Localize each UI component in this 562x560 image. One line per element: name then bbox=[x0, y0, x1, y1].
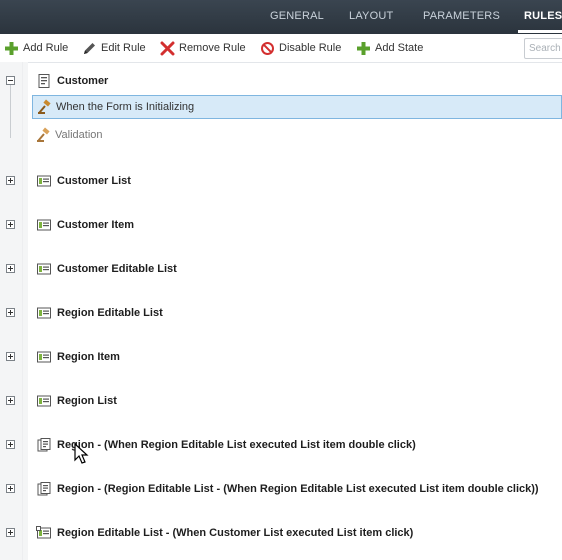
subform-icon bbox=[37, 438, 51, 452]
expand-toggle[interactable] bbox=[6, 396, 15, 405]
add-rule-button[interactable]: Add Rule bbox=[4, 39, 68, 57]
tree-node-label: Region Editable List - (When Customer Li… bbox=[57, 527, 414, 539]
disable-icon bbox=[261, 41, 274, 55]
tab-bar: GENERAL LAYOUT PARAMETERS RULES bbox=[0, 0, 562, 34]
view-icon bbox=[37, 263, 51, 275]
event-form-initializing[interactable]: When the Form is Initializing bbox=[32, 95, 562, 119]
rules-tree: Customer When the Form is Initializing V… bbox=[0, 62, 562, 560]
tree-node-region-nested-subform[interactable]: Region - (Region Editable List - (When R… bbox=[32, 478, 539, 500]
tree-node-label: Region Editable List bbox=[57, 307, 163, 319]
tree-node-label: Customer List bbox=[57, 175, 131, 187]
add-state-button[interactable]: Add State bbox=[356, 39, 423, 57]
event-label: When the Form is Initializing bbox=[56, 101, 195, 113]
subview-icon bbox=[36, 526, 51, 539]
tree-node-region-editable-subview[interactable]: Region Editable List - (When Customer Li… bbox=[32, 522, 413, 544]
rules-toolbar: Add Rule Edit Rule Remove Rule Disable R… bbox=[0, 34, 562, 63]
tree-node-label: Customer Item bbox=[57, 219, 135, 231]
gavel-icon bbox=[37, 127, 50, 142]
disable-rule-button[interactable]: Disable Rule bbox=[260, 39, 341, 57]
tree-connector-line bbox=[10, 76, 11, 138]
tree-node-label: Customer bbox=[57, 75, 109, 87]
pencil-icon bbox=[84, 42, 95, 54]
add-state-label: Add State bbox=[375, 42, 424, 54]
tab-parameters[interactable]: PARAMETERS bbox=[423, 10, 500, 22]
tree-node-customer-editable-list[interactable]: Customer Editable List bbox=[32, 258, 177, 280]
tree-node-region-list[interactable]: Region List bbox=[32, 390, 117, 412]
x-icon bbox=[160, 41, 175, 55]
view-icon bbox=[37, 351, 51, 363]
tree-node-label: Region - (When Region Editable List exec… bbox=[57, 439, 416, 451]
remove-rule-button[interactable]: Remove Rule bbox=[160, 39, 246, 57]
search-input[interactable]: Search bbox=[524, 38, 562, 59]
expand-toggle[interactable] bbox=[6, 352, 15, 361]
gavel-icon bbox=[38, 99, 51, 114]
view-icon bbox=[37, 395, 51, 407]
expand-toggle[interactable] bbox=[6, 484, 15, 493]
tree-node-customer-item[interactable]: Customer Item bbox=[32, 214, 134, 236]
collapse-toggle-customer[interactable] bbox=[6, 76, 15, 85]
subform-icon bbox=[37, 482, 51, 496]
tree-node-label: Region List bbox=[57, 395, 117, 407]
edit-rule-button[interactable]: Edit Rule bbox=[82, 39, 146, 57]
tree-node-region-item[interactable]: Region Item bbox=[32, 346, 120, 368]
tab-general[interactable]: GENERAL bbox=[270, 10, 324, 22]
event-label: Validation bbox=[55, 129, 103, 141]
add-rule-label: Add Rule bbox=[23, 42, 69, 54]
plus-icon bbox=[5, 41, 18, 55]
tree-node-customer[interactable]: Customer bbox=[32, 70, 108, 92]
disable-rule-label: Disable Rule bbox=[279, 42, 342, 54]
mouse-cursor-icon bbox=[74, 443, 89, 464]
expand-toggle[interactable] bbox=[6, 528, 15, 537]
tree-node-region-editable-list[interactable]: Region Editable List bbox=[32, 302, 163, 324]
expand-toggle[interactable] bbox=[6, 176, 15, 185]
tree-node-label: Region - (Region Editable List - (When R… bbox=[57, 483, 539, 495]
edit-rule-label: Edit Rule bbox=[101, 42, 146, 54]
form-icon bbox=[38, 74, 50, 88]
tree-node-customer-list[interactable]: Customer List bbox=[32, 170, 131, 192]
expand-toggle[interactable] bbox=[6, 308, 15, 317]
tab-layout[interactable]: LAYOUT bbox=[349, 10, 393, 22]
view-icon bbox=[37, 219, 51, 231]
event-validation[interactable]: Validation bbox=[32, 123, 103, 147]
tab-rules[interactable]: RULES bbox=[517, 10, 562, 33]
expand-toggle[interactable] bbox=[6, 220, 15, 229]
view-icon bbox=[37, 307, 51, 319]
remove-rule-label: Remove Rule bbox=[179, 42, 246, 54]
tree-node-label: Region Item bbox=[57, 351, 120, 363]
plus-icon bbox=[357, 41, 370, 55]
expand-toggle[interactable] bbox=[6, 440, 15, 449]
expand-toggle[interactable] bbox=[6, 264, 15, 273]
view-icon bbox=[37, 175, 51, 187]
tree-node-label: Customer Editable List bbox=[57, 263, 177, 275]
